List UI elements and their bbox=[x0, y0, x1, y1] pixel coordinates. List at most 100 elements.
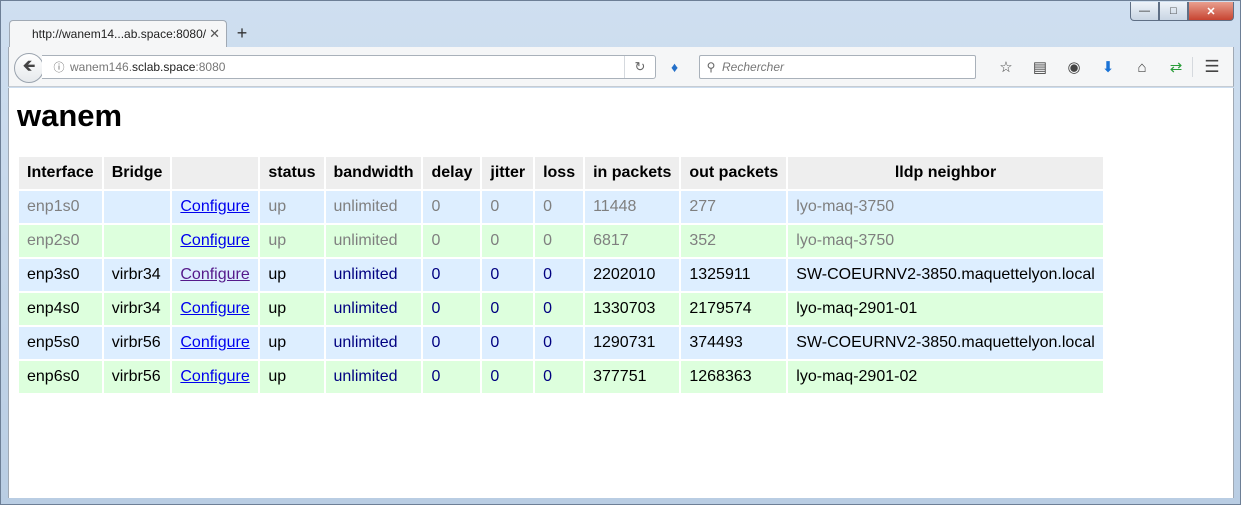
configure-link[interactable]: Configure bbox=[180, 334, 249, 351]
cell-delay: 0 bbox=[423, 361, 481, 393]
cell-interface: enp1s0 bbox=[19, 191, 102, 223]
cell-in-packets: 11448 bbox=[585, 191, 680, 223]
new-tab-button[interactable]: + bbox=[227, 20, 257, 47]
cell-bandwidth: unlimited bbox=[325, 327, 422, 359]
home-icon[interactable]: ⌂ bbox=[1125, 57, 1159, 77]
info-icon[interactable]: ⓘ bbox=[48, 59, 70, 75]
cell-interface: enp4s0 bbox=[19, 293, 102, 325]
pocket-icon[interactable]: ◉ bbox=[1057, 57, 1091, 77]
cell-in-packets: 6817 bbox=[585, 225, 680, 257]
cell-in-packets: 2202010 bbox=[585, 259, 680, 291]
cell-bandwidth: unlimited bbox=[325, 259, 422, 291]
table-header-row: Interface Bridge status bandwidth delay … bbox=[19, 157, 1103, 189]
cell-interface: enp6s0 bbox=[19, 361, 102, 393]
header-delay: delay bbox=[423, 157, 481, 189]
cell-lldp-neighbor: lyo-maq-3750 bbox=[788, 225, 1103, 257]
address-bar[interactable]: ⓘ wanem146.sclab.space:8080 ↻ bbox=[42, 55, 656, 79]
cell-in-packets: 1290731 bbox=[585, 327, 680, 359]
cell-lldp-neighbor: lyo-maq-3750 bbox=[788, 191, 1103, 223]
close-tab-icon[interactable]: ✕ bbox=[209, 26, 220, 42]
reload-icon[interactable]: ↻ bbox=[624, 56, 655, 78]
cell-delay: 0 bbox=[423, 327, 481, 359]
browser-tab[interactable]: http://wanem14...ab.space:8080/ ✕ bbox=[9, 20, 227, 47]
header-loss: loss bbox=[535, 157, 584, 189]
cell-configure: Configure bbox=[172, 259, 259, 291]
cell-loss: 0 bbox=[535, 191, 584, 223]
toolbar-icons: ☆ ▤ ◉ ⬇ ⌂ ⇄ bbox=[989, 57, 1193, 77]
page-title: wanem bbox=[17, 98, 123, 133]
cell-configure: Configure bbox=[172, 225, 259, 257]
url-host-prefix: wanem146. bbox=[70, 60, 133, 74]
cell-jitter: 0 bbox=[482, 293, 534, 325]
header-interface: Interface bbox=[19, 157, 102, 189]
cell-bandwidth: unlimited bbox=[325, 361, 422, 393]
cell-bridge: virbr34 bbox=[103, 259, 171, 291]
configure-link[interactable]: Configure bbox=[180, 266, 249, 283]
cell-configure: Configure bbox=[172, 191, 259, 223]
cell-jitter: 0 bbox=[482, 259, 534, 291]
cell-status: up bbox=[260, 361, 324, 393]
table-row: enp6s0 virbr56 Configure up unlimited 0 … bbox=[19, 361, 1103, 393]
cell-bandwidth: unlimited bbox=[325, 191, 422, 223]
header-bandwidth: bandwidth bbox=[325, 157, 422, 189]
cell-out-packets: 2179574 bbox=[681, 293, 787, 325]
header-out-packets: out packets bbox=[681, 157, 787, 189]
download-icon[interactable]: ⬇ bbox=[1091, 57, 1125, 77]
table-row: enp3s0 virbr34 Configure up unlimited 0 … bbox=[19, 259, 1103, 291]
cell-configure: Configure bbox=[172, 361, 259, 393]
reading-list-icon[interactable]: ▤ bbox=[1023, 57, 1057, 77]
cell-status: up bbox=[260, 327, 324, 359]
hamburger-menu-icon[interactable]: ☰ bbox=[1192, 57, 1225, 77]
cell-in-packets: 1330703 bbox=[585, 293, 680, 325]
cell-out-packets: 352 bbox=[681, 225, 787, 257]
cell-status: up bbox=[260, 225, 324, 257]
configure-link[interactable]: Configure bbox=[180, 198, 249, 215]
search-icon: ⚲ bbox=[706, 60, 716, 74]
cell-loss: 0 bbox=[535, 293, 584, 325]
cell-loss: 0 bbox=[535, 225, 584, 257]
cell-interface: enp5s0 bbox=[19, 327, 102, 359]
header-configure bbox=[172, 157, 259, 189]
minimize-button[interactable]: — bbox=[1130, 2, 1159, 21]
header-lldp-neighbor: lldp neighbor bbox=[788, 157, 1103, 189]
close-window-button[interactable]: ✕ bbox=[1188, 2, 1234, 21]
configure-link[interactable]: Configure bbox=[180, 368, 249, 385]
navigation-toolbar: 🡸 ⓘ wanem146.sclab.space:8080 ↻ ♦ ⚲ Rech… bbox=[8, 47, 1234, 87]
cell-bridge: virbr56 bbox=[103, 327, 171, 359]
cell-lldp-neighbor: lyo-maq-2901-01 bbox=[788, 293, 1103, 325]
cell-interface: enp3s0 bbox=[19, 259, 102, 291]
browser-window: — □ ✕ http://wanem14...ab.space:8080/ ✕ … bbox=[0, 0, 1241, 505]
cell-loss: 0 bbox=[535, 361, 584, 393]
window-controls: — □ ✕ bbox=[1130, 2, 1234, 21]
configure-link[interactable]: Configure bbox=[180, 232, 249, 249]
url-text[interactable]: wanem146.sclab.space:8080 bbox=[70, 60, 624, 74]
cell-bridge: virbr34 bbox=[103, 293, 171, 325]
url-host-main: sclab.space bbox=[132, 60, 196, 74]
bookmark-star-icon[interactable]: ☆ bbox=[989, 57, 1023, 77]
header-status: status bbox=[260, 157, 324, 189]
interfaces-table: Interface Bridge status bandwidth delay … bbox=[17, 155, 1105, 395]
table-row: enp2s0 Configure up unlimited 0 0 0 6817… bbox=[19, 225, 1103, 257]
cell-jitter: 0 bbox=[482, 225, 534, 257]
extension-icon[interactable]: ♦ bbox=[671, 59, 678, 75]
tab-bar: http://wanem14...ab.space:8080/ ✕ + bbox=[9, 19, 257, 47]
cell-bridge bbox=[103, 191, 171, 223]
cell-interface: enp2s0 bbox=[19, 225, 102, 257]
url-port: :8080 bbox=[195, 60, 226, 74]
table-row: enp4s0 virbr34 Configure up unlimited 0 … bbox=[19, 293, 1103, 325]
tab-title: http://wanem14...ab.space:8080/ bbox=[32, 27, 207, 41]
cell-jitter: 0 bbox=[482, 191, 534, 223]
configure-link[interactable]: Configure bbox=[180, 300, 249, 317]
maximize-button[interactable]: □ bbox=[1159, 2, 1188, 21]
cell-loss: 0 bbox=[535, 327, 584, 359]
cell-status: up bbox=[260, 259, 324, 291]
cell-out-packets: 277 bbox=[681, 191, 787, 223]
sync-icon[interactable]: ⇄ bbox=[1159, 57, 1193, 77]
cell-bridge bbox=[103, 225, 171, 257]
back-button[interactable]: 🡸 bbox=[14, 53, 44, 83]
search-input[interactable]: ⚲ Rechercher bbox=[699, 55, 976, 79]
search-placeholder: Rechercher bbox=[722, 60, 785, 74]
cell-in-packets: 377751 bbox=[585, 361, 680, 393]
cell-out-packets: 1325911 bbox=[681, 259, 787, 291]
cell-lldp-neighbor: SW-COEURNV2-3850.maquettelyon.local bbox=[788, 327, 1103, 359]
